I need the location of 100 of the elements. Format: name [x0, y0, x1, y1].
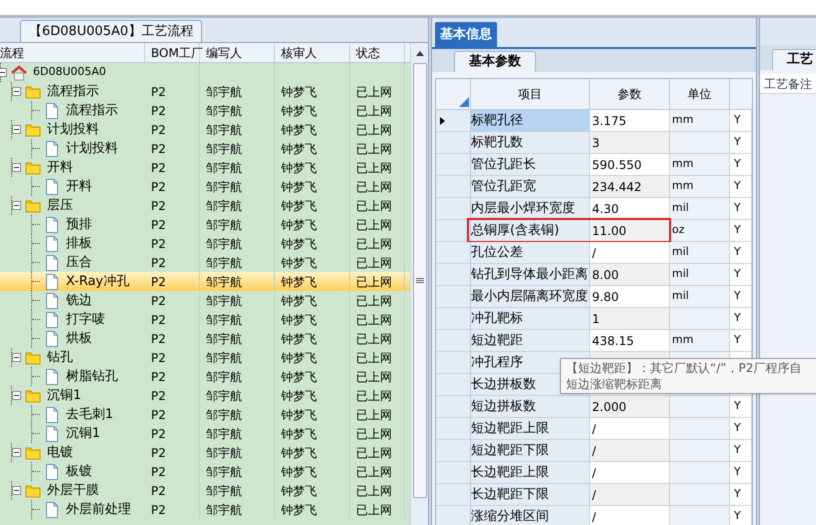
table-cell-text: 邹宇航: [206, 464, 242, 480]
table-cell-text: 已上网: [356, 84, 392, 100]
table-cell-text: 邹宇航: [206, 426, 242, 442]
table-cell-text: 钟梦飞: [281, 236, 317, 252]
table-cell-text: mm: [672, 332, 694, 348]
table-cell-text: P2: [151, 178, 166, 196]
table-cell-text: Y: [734, 222, 741, 238]
table-cell-text: 3.175: [592, 112, 626, 130]
table-cell-text: 钻孔到导体最小距离: [471, 266, 588, 284]
table-cell-text: 长边拼板数: [471, 376, 536, 394]
table-cell-text: 邹宇航: [206, 254, 242, 272]
table-cell-text: 已上网: [356, 274, 392, 290]
table-cell-text: mm: [672, 156, 694, 172]
table-cell-text: 已上网: [356, 254, 392, 272]
table-cell-text: 钟梦飞: [281, 292, 317, 310]
table-cell-text: 邹宇航: [206, 216, 242, 234]
table-cell-text: P2: [151, 122, 166, 138]
table-cell-text: 总铜厚(含表铜): [471, 222, 560, 240]
table-cell-text: 钟梦飞: [281, 198, 317, 214]
table-cell-text: 邹宇航: [206, 160, 242, 176]
table-cell-text: 钟梦飞: [281, 388, 317, 404]
table-cell-text: Y: [734, 464, 741, 480]
table-cell-text: 4.30: [592, 200, 619, 218]
table-cell-text: 短边拼板数: [471, 398, 536, 416]
table-cell-text: /: [592, 464, 596, 482]
table-cell-text: 钟梦飞: [281, 426, 317, 442]
table-cell-text: 管位孔距长: [471, 156, 536, 174]
tooltip: 【短边靶距】：其它厂默认“/”，P2厂程序自 短边涨缩靶标距离: [560, 358, 816, 394]
table-cell-text: Y: [734, 420, 741, 436]
table-cell-text: 已上网: [356, 122, 392, 138]
table-cell-text: 钟梦飞: [281, 368, 317, 386]
table-cell-text: P2: [151, 216, 166, 234]
table-cell-text: P2: [151, 84, 166, 100]
table-cell-text: 已上网: [356, 312, 392, 328]
notes-label: 工艺备注: [763, 76, 812, 92]
table-cell-text: 已上网: [356, 444, 392, 462]
table-cell-text: P2: [151, 160, 166, 176]
table-cell-text: mil: [672, 266, 689, 282]
table-cell-text: 2.000: [592, 398, 626, 416]
table-cell-text: Y: [734, 134, 741, 150]
table-cell-text: 长边靶距上限: [471, 464, 549, 482]
table-cell-text: P2: [151, 236, 166, 252]
table-cell-text: Y: [734, 332, 741, 348]
table-cell-text: P2: [151, 140, 166, 158]
table-cell-text: 钟梦飞: [281, 84, 317, 100]
table-cell-text: /: [592, 508, 596, 525]
table-cell-text: 内层最小焊环宽度: [471, 200, 575, 218]
table-cell-text: 邹宇航: [206, 274, 242, 290]
table-cell-text: 已上网: [356, 330, 392, 348]
table-cell-text: 9.80: [592, 288, 619, 306]
table-cell-text: 钟梦飞: [281, 406, 317, 424]
table-cell-text: 最小内层隔离环宽度: [471, 288, 588, 306]
table-cell-text: 邹宇航: [206, 350, 242, 366]
table-cell-text: 孔位公差: [471, 244, 523, 262]
table-cell-text: 已上网: [356, 406, 392, 424]
table-cell-text: 钟梦飞: [281, 312, 317, 328]
table-cell-text: 标靶孔径: [471, 112, 523, 130]
table-cell-text: 钟梦飞: [281, 178, 317, 196]
table-cell-text: 590.550: [592, 156, 642, 174]
table-cell-text: /: [592, 420, 596, 438]
table-cell-text: 邹宇航: [206, 292, 242, 310]
table-cell-text: /: [592, 442, 596, 460]
table-cell-text: 1: [592, 310, 600, 328]
table-cell-text: 已上网: [356, 102, 392, 120]
table-cell-text: 邹宇航: [206, 178, 242, 196]
table-cell-text: 已上网: [356, 140, 392, 158]
table-cell-text: 邹宇航: [206, 140, 242, 158]
table-cell-text: oz: [672, 222, 685, 238]
table-cell-text: P2: [151, 482, 166, 500]
table-cell-text: 邹宇航: [206, 102, 242, 120]
table-cell-text: Y: [734, 486, 741, 502]
table-cell-text: 邹宇航: [206, 198, 242, 214]
table-cell-text: 钟梦飞: [281, 444, 317, 462]
table-cell-text: 邹宇航: [206, 406, 242, 424]
table-cell-text: P2: [151, 102, 166, 120]
table-cell-text: 钟梦飞: [281, 122, 317, 138]
table-cell-text: 邹宇航: [206, 84, 242, 100]
table-cell-text: mil: [672, 200, 689, 216]
table-cell-text: 冲孔程序: [471, 354, 523, 372]
table-cell-text: P2: [151, 254, 166, 272]
table-cell-text: P2: [151, 350, 166, 366]
table-cell-text: 钟梦飞: [281, 140, 317, 158]
table-cell-text: 短边靶距: [471, 332, 523, 350]
table-cell-text: P2: [151, 274, 166, 290]
table-cell-text: 管位孔距宽: [471, 178, 536, 196]
table-cell-text: Y: [734, 156, 741, 172]
table-cell-text: 234.442: [592, 178, 642, 196]
table-cell-text: 已上网: [356, 292, 392, 310]
table-cell-text: 短边靶距上限: [471, 420, 549, 438]
table-cell-text: Y: [734, 288, 741, 304]
table-cell-text: mm: [672, 178, 694, 194]
table-cell-text: Y: [734, 266, 741, 282]
table-cell-text: 标靶孔数: [471, 134, 523, 152]
table-cell-text: 钟梦飞: [281, 350, 317, 366]
table-cell-text: 邹宇航: [206, 368, 242, 386]
table-cell-text: 钟梦飞: [281, 482, 317, 500]
table-cell-text: 已上网: [356, 426, 392, 442]
table-cell-text: 11.00: [592, 222, 626, 240]
table-cell-text: 3: [592, 134, 600, 152]
table-cell-text: 邹宇航: [206, 444, 242, 462]
